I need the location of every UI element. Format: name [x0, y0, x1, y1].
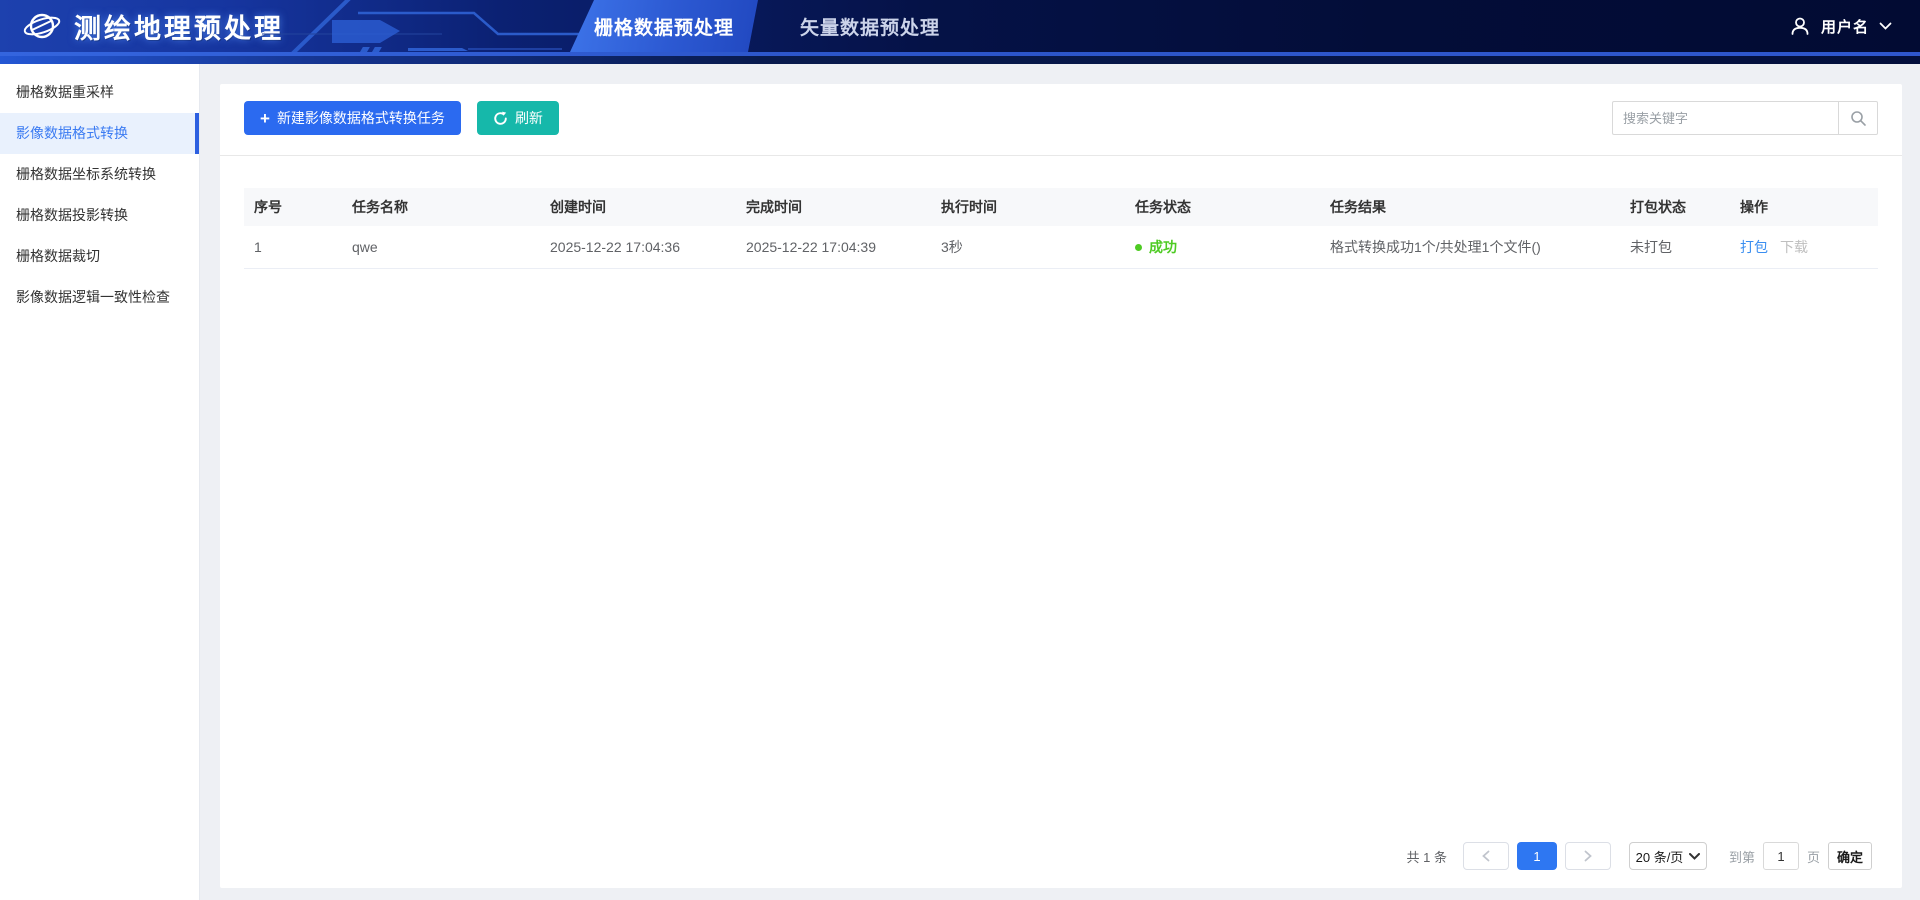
goto-page-suffix: 页: [1807, 847, 1820, 866]
pagination: 共 1 条 1 20 条/页: [220, 842, 1902, 888]
task-table-wrap: 序号 任务名称 创建时间 完成时间 执行时间 任务状态 任务结果 打包状态 操作: [220, 188, 1902, 269]
tab-vector-preprocess[interactable]: 矢量数据预处理: [785, 0, 955, 52]
page-size-select[interactable]: 20 条/页: [1629, 842, 1707, 870]
tab-raster-label: 栅格数据预处理: [594, 13, 734, 40]
cell-created-time: 2025-12-22 17:04:36: [540, 226, 736, 269]
prev-page-button[interactable]: [1463, 842, 1509, 870]
chevron-down-icon: [1689, 853, 1700, 860]
cell-status: 成功: [1125, 226, 1320, 269]
search-group: [1612, 101, 1878, 135]
col-pack-status: 打包状态: [1620, 188, 1730, 226]
search-input[interactable]: [1612, 101, 1838, 135]
app-header: 测绘地理预处理 栅格数据预处理 矢量数据预处理 用户名: [0, 0, 1920, 64]
refresh-label: 刷新: [515, 108, 543, 128]
search-button[interactable]: [1838, 101, 1878, 135]
refresh-button[interactable]: 刷新: [477, 101, 559, 135]
tab-vector-label: 矢量数据预处理: [800, 13, 940, 40]
col-task-name: 任务名称: [342, 188, 540, 226]
cell-duration: 3秒: [931, 226, 1125, 269]
tab-raster-preprocess[interactable]: 栅格数据预处理: [570, 0, 758, 52]
cell-pack-status: 未打包: [1620, 226, 1730, 269]
globe-logo-icon: [22, 6, 62, 46]
table-header-row: 序号 任务名称 创建时间 完成时间 执行时间 任务状态 任务结果 打包状态 操作: [244, 188, 1878, 226]
new-task-button[interactable]: + 新建影像数据格式转换任务: [244, 101, 461, 135]
empty-space: [220, 269, 1902, 842]
content-card: + 新建影像数据格式转换任务 刷新: [220, 84, 1902, 888]
cell-result: 格式转换成功1个/共处理1个文件(): [1320, 226, 1620, 269]
col-index: 序号: [244, 188, 342, 226]
cell-task-name: qwe: [342, 226, 540, 269]
col-result: 任务结果: [1320, 188, 1620, 226]
chevron-left-icon: [1481, 850, 1491, 862]
cell-finished-time: 2025-12-22 17:04:39: [736, 226, 931, 269]
table-row: 1 qwe 2025-12-22 17:04:36 2025-12-22 17:…: [244, 226, 1878, 269]
user-name: 用户名: [1821, 16, 1869, 37]
sidebar-item-image-format-convert[interactable]: 影像数据格式转换: [0, 113, 199, 154]
main-area: + 新建影像数据格式转换任务 刷新: [200, 64, 1920, 900]
col-finished-time: 完成时间: [736, 188, 931, 226]
page-number-button[interactable]: 1: [1517, 842, 1557, 870]
cell-actions: 打包下载: [1730, 226, 1878, 269]
circuit-decoration: [262, 0, 582, 52]
sidebar-item-raster-coordsys-convert[interactable]: 栅格数据坐标系统转换: [0, 154, 199, 195]
col-actions: 操作: [1730, 188, 1878, 226]
refresh-icon: [493, 111, 508, 126]
sidebar-item-image-logic-check[interactable]: 影像数据逻辑一致性检查: [0, 277, 199, 318]
sidebar-item-raster-projection-convert[interactable]: 栅格数据投影转换: [0, 195, 199, 236]
sidebar-item-raster-resample[interactable]: 栅格数据重采样: [0, 72, 199, 113]
status-dot-icon: [1135, 244, 1142, 251]
status-text: 成功: [1149, 237, 1177, 257]
page-size-label: 20 条/页: [1636, 847, 1684, 866]
app-title: 测绘地理预处理: [74, 7, 284, 46]
total-count-label: 共 1 条: [1407, 847, 1447, 866]
search-icon: [1850, 110, 1867, 127]
chevron-down-icon: [1879, 22, 1892, 31]
user-icon: [1789, 15, 1811, 37]
plus-icon: +: [260, 110, 270, 127]
pack-link[interactable]: 打包: [1740, 239, 1768, 255]
confirm-button[interactable]: 确定: [1828, 842, 1872, 870]
next-page-button[interactable]: [1565, 842, 1611, 870]
sidebar: 栅格数据重采样 影像数据格式转换 栅格数据坐标系统转换 栅格数据投影转换 栅格数…: [0, 64, 200, 900]
goto-page-prefix: 到第: [1729, 847, 1755, 866]
task-table: 序号 任务名称 创建时间 完成时间 执行时间 任务状态 任务结果 打包状态 操作: [244, 188, 1878, 269]
cell-index: 1: [244, 226, 342, 269]
col-created-time: 创建时间: [540, 188, 736, 226]
user-menu[interactable]: 用户名: [1789, 0, 1892, 52]
goto-page-input[interactable]: [1763, 842, 1799, 870]
new-task-label: 新建影像数据格式转换任务: [277, 108, 445, 128]
col-status: 任务状态: [1125, 188, 1320, 226]
toolbar: + 新建影像数据格式转换任务 刷新: [220, 84, 1902, 156]
header-lower-band: [0, 56, 1920, 64]
sidebar-item-raster-clip[interactable]: 栅格数据裁切: [0, 236, 199, 277]
chevron-right-icon: [1583, 850, 1593, 862]
col-duration: 执行时间: [931, 188, 1125, 226]
download-link[interactable]: 下载: [1780, 239, 1808, 255]
app-logo: 测绘地理预处理: [22, 0, 284, 52]
